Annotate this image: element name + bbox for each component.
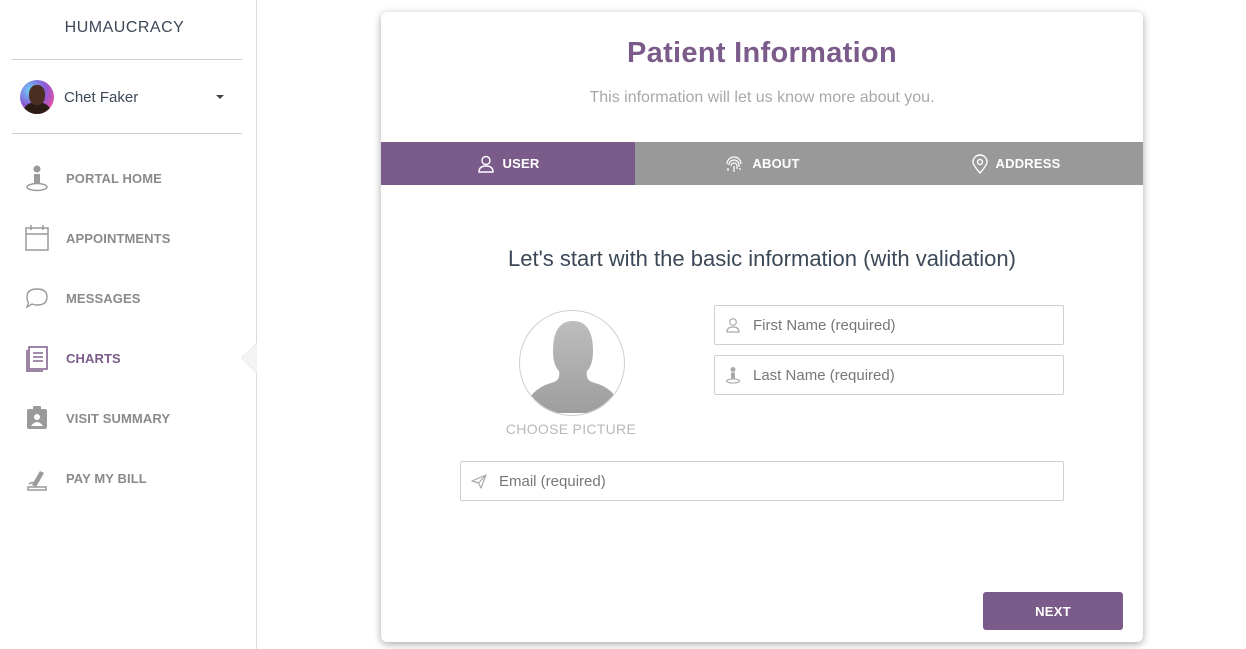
- first-name-input[interactable]: [753, 316, 1063, 334]
- chat-bubbles-icon: [24, 283, 50, 313]
- last-name-field[interactable]: [714, 355, 1064, 395]
- section-heading: Let's start with the basic information (…: [508, 246, 1016, 271]
- default-avatar-icon: [523, 321, 623, 413]
- sidebar-item-visit-summary[interactable]: VISIT SUMMARY: [24, 403, 244, 433]
- sidebar-item-portal-home[interactable]: PORTAL HOME: [24, 163, 244, 193]
- user-name: Chet Faker: [64, 88, 139, 106]
- choose-picture-link[interactable]: CHOOSE PICTURE: [487, 421, 655, 437]
- avatar: [20, 80, 54, 114]
- tab-address[interactable]: ADDRESS: [889, 142, 1143, 185]
- sidebar-item-pay-my-bill[interactable]: PAY MY BILL: [24, 463, 244, 493]
- sidebar-item-label: CHARTS: [66, 350, 121, 366]
- active-indicator: [241, 342, 257, 374]
- tab-label: ABOUT: [752, 156, 800, 171]
- sidebar-item-appointments[interactable]: APPOINTMENTS: [24, 223, 244, 253]
- signing-hand-icon: [24, 463, 50, 493]
- tab-user[interactable]: USER: [381, 142, 635, 185]
- email-input[interactable]: [499, 472, 1063, 490]
- fingerprint-icon: [726, 155, 742, 172]
- sidebar-item-label: APPOINTMENTS: [66, 230, 171, 246]
- brand-logo[interactable]: HUMAUCRACY: [0, 19, 249, 37]
- user-menu[interactable]: Chet Faker: [20, 80, 230, 114]
- send-icon: [461, 473, 497, 489]
- user-icon: [715, 317, 751, 333]
- wizard-tabs: USER ABOUT ADDRESS: [381, 142, 1143, 185]
- divider: [12, 59, 242, 60]
- caret-down-icon: [216, 95, 224, 99]
- sidebar-item-charts[interactable]: CHARTS: [24, 343, 244, 373]
- user-icon: [477, 155, 494, 173]
- card-title: Patient Information: [627, 37, 897, 69]
- first-name-field[interactable]: [714, 305, 1064, 345]
- tab-about[interactable]: ABOUT: [635, 142, 889, 185]
- tab-label: ADDRESS: [995, 156, 1061, 171]
- sidebar-item-label: PAY MY BILL: [66, 470, 147, 486]
- last-name-input[interactable]: [753, 366, 1063, 384]
- sidebar-item-messages[interactable]: MESSAGES: [24, 283, 244, 313]
- person-pin-icon: [715, 366, 751, 384]
- document-icon: [24, 343, 50, 373]
- sidebar-item-label: PORTAL HOME: [66, 170, 162, 186]
- sidebar-item-label: VISIT SUMMARY: [66, 410, 171, 426]
- badge-icon: [24, 403, 50, 433]
- divider: [12, 133, 242, 134]
- person-pin-icon: [24, 163, 50, 193]
- location-pin-icon: [971, 153, 988, 174]
- email-field[interactable]: [460, 461, 1064, 501]
- patient-info-card: Patient Information This information wil…: [381, 12, 1143, 642]
- calendar-icon: [24, 223, 50, 253]
- next-button[interactable]: NEXT: [983, 592, 1123, 630]
- card-subtitle: This information will let us know more a…: [589, 89, 935, 106]
- sidebar-item-label: MESSAGES: [66, 290, 141, 306]
- profile-picture[interactable]: [519, 310, 625, 416]
- sidebar: HUMAUCRACY Chet Faker PORTAL HOME APPOIN…: [0, 0, 257, 649]
- tab-label: USER: [502, 156, 540, 171]
